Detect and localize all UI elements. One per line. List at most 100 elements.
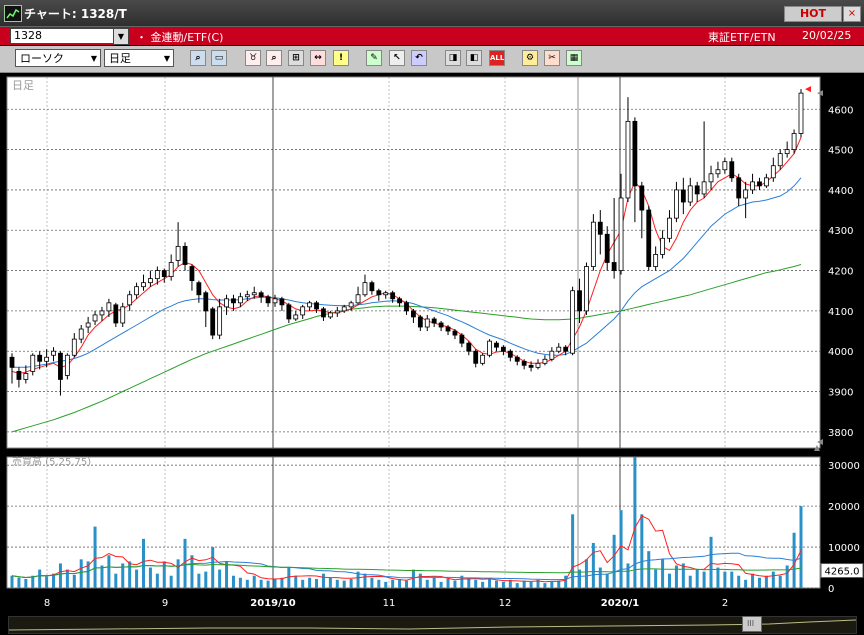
alert-icon[interactable]: ! xyxy=(333,50,349,66)
volume-bar xyxy=(225,561,229,588)
x-tick-label: 11 xyxy=(383,598,396,609)
candle-body xyxy=(570,290,576,354)
x-tick-label: 2019/10 xyxy=(250,598,295,609)
tools-icon[interactable]: ✂ xyxy=(544,50,560,66)
volume-bar xyxy=(301,579,305,588)
all-icon[interactable]: ALL xyxy=(489,50,505,66)
candle-body xyxy=(154,270,160,280)
chart-type-select[interactable]: ローソク ▼ xyxy=(15,49,101,67)
volume-bar xyxy=(335,579,339,588)
candle-body xyxy=(113,304,119,324)
price-panel-label: 日足 xyxy=(12,79,34,92)
candle-body xyxy=(217,306,223,336)
candle-body xyxy=(680,189,686,203)
search-date-icon[interactable]: ⌕ xyxy=(266,50,282,66)
crosshair-icon[interactable]: ↔ xyxy=(310,50,326,66)
candle-body xyxy=(722,161,728,171)
volume-bar xyxy=(647,551,651,588)
chart-area[interactable]: 4600 4500 4400 4300 4200 4100 4000 3900 3800 3000… xyxy=(0,73,864,613)
undo-icon[interactable]: ↶ xyxy=(411,50,427,66)
candle-body xyxy=(708,173,714,183)
zoom-out-icon[interactable]: ◨ xyxy=(445,50,461,66)
candle-body xyxy=(99,310,105,316)
volume-bar xyxy=(24,578,28,588)
chart-svg[interactable]: 4600 4500 4400 4300 4200 4100 4000 3900 3800 3000… xyxy=(0,73,864,613)
candle-body xyxy=(120,306,126,324)
candle-body xyxy=(78,328,84,340)
window-icon[interactable]: ▭ xyxy=(211,50,227,66)
candle-body xyxy=(58,352,63,380)
volume-bar xyxy=(688,575,692,588)
volume-bar xyxy=(591,542,595,588)
candle-body xyxy=(459,334,465,344)
period-select[interactable]: 日足 ▼ xyxy=(104,49,174,67)
scroll-track[interactable] xyxy=(8,616,857,634)
hot-button[interactable]: HOT xyxy=(784,6,842,22)
volume-bar xyxy=(522,580,526,588)
cursor-icon[interactable]: ↖ xyxy=(389,50,405,66)
candle-body xyxy=(507,350,513,358)
volume-bar xyxy=(79,559,83,588)
candle-body xyxy=(362,282,368,296)
candle-body xyxy=(763,177,769,187)
bull-icon[interactable]: ♉ xyxy=(245,50,261,66)
settings-icon[interactable]: ⚙ xyxy=(522,50,538,66)
color-icon[interactable]: ▦ xyxy=(566,50,582,66)
volume-bar xyxy=(633,457,637,588)
volume-bar xyxy=(515,583,519,588)
candle-body xyxy=(92,314,98,322)
candle-body xyxy=(417,316,423,328)
volume-bar xyxy=(584,559,588,588)
candle-body xyxy=(293,314,299,320)
info-bar: 1328 ▼ ・ 金連動/ETF(C) 東証ETF/ETN 20/02/25 xyxy=(0,27,864,45)
candle-body xyxy=(244,294,250,298)
candle-body xyxy=(660,237,665,255)
volume-bar xyxy=(425,579,429,588)
market-name: 東証ETF/ETN xyxy=(708,31,776,44)
draw-icon[interactable]: ✎ xyxy=(366,50,382,66)
code-input[interactable]: 1328 xyxy=(10,28,115,44)
x-tick-label: 8 xyxy=(44,598,50,609)
volume-bar xyxy=(114,573,118,588)
volume-bar xyxy=(135,569,139,588)
volume-bar xyxy=(446,578,450,588)
volume-tick-label: 10000 xyxy=(828,543,860,554)
volume-bar xyxy=(17,577,21,588)
zoom-in-icon[interactable]: ◧ xyxy=(466,50,482,66)
scroll-thumb[interactable] xyxy=(742,616,762,632)
volume-bar xyxy=(342,580,346,588)
volume-bar xyxy=(432,577,436,588)
volume-tick-label: 20000 xyxy=(828,502,860,513)
x-tick-label: 9 xyxy=(162,598,168,609)
close-button[interactable]: × xyxy=(843,6,861,22)
candle-body xyxy=(639,185,645,211)
volume-bar xyxy=(197,573,201,588)
volume-bar xyxy=(315,578,319,588)
volume-bar xyxy=(668,573,671,588)
volume-bar xyxy=(65,569,69,588)
candle xyxy=(798,89,804,138)
date-label: 20/02/25 xyxy=(802,29,852,42)
x-tick-label: 2 xyxy=(722,598,728,609)
x-tick-label: 12 xyxy=(499,598,512,609)
candle xyxy=(480,353,486,366)
candle xyxy=(487,339,492,358)
volume-bar xyxy=(231,575,235,588)
volume-bar xyxy=(418,573,422,588)
volume-bar xyxy=(453,580,457,588)
scrollbar[interactable] xyxy=(0,613,864,635)
volume-bar xyxy=(280,577,284,588)
candle-body xyxy=(348,302,354,308)
volume-bar xyxy=(204,571,208,588)
candle-body xyxy=(411,310,416,318)
candle-body xyxy=(203,292,209,312)
candle-body xyxy=(210,308,216,336)
volume-bar xyxy=(58,563,62,588)
code-dropdown-icon[interactable]: ▼ xyxy=(113,28,129,45)
grid-icon[interactable]: ⊞ xyxy=(288,50,304,66)
candle-body xyxy=(390,292,396,300)
zoom-icon[interactable]: ⌕ xyxy=(190,50,206,66)
candle-body xyxy=(611,262,617,271)
candle-body xyxy=(141,282,146,288)
volume-bar xyxy=(45,576,49,588)
